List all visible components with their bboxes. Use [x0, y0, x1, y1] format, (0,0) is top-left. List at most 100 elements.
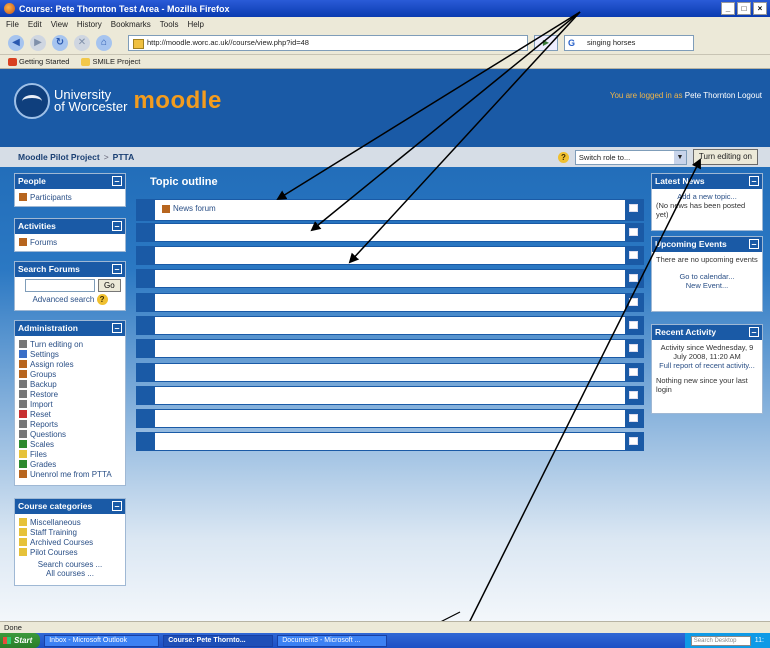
- new-event-link[interactable]: New Event...: [656, 281, 758, 290]
- start-button[interactable]: Start: [0, 633, 41, 648]
- forward-icon[interactable]: ▶: [30, 34, 46, 51]
- forum-search-go-button[interactable]: Go: [98, 279, 121, 292]
- section-toggle-icon[interactable]: [629, 298, 638, 306]
- forum-search-input[interactable]: [25, 279, 95, 292]
- admin-reset[interactable]: Reset: [19, 409, 121, 419]
- reload-icon[interactable]: ↻: [52, 34, 68, 51]
- category-pilot-courses[interactable]: Pilot Courses: [19, 547, 121, 557]
- admin-grades[interactable]: Grades: [19, 459, 121, 469]
- go-arrow-icon[interactable]: ▶: [534, 34, 558, 51]
- section-toggle-icon[interactable]: [629, 204, 638, 212]
- menu-tools[interactable]: Tools: [160, 20, 179, 29]
- forums-link[interactable]: Forums: [19, 237, 121, 247]
- category-miscellaneous[interactable]: Miscellaneous: [19, 517, 121, 527]
- desktop-search-input[interactable]: Search Desktop: [690, 635, 751, 646]
- switch-role-select[interactable]: Switch role to... ▼: [574, 149, 687, 165]
- admin-import[interactable]: Import: [19, 399, 121, 409]
- add-new-topic-link[interactable]: Add a new topic...: [656, 192, 758, 201]
- category-archived-courses[interactable]: Archived Courses: [19, 537, 121, 547]
- menu-history[interactable]: History: [77, 20, 102, 29]
- collapse-icon[interactable]: –: [749, 239, 759, 249]
- section-toggle-icon[interactable]: [629, 368, 638, 376]
- breadcrumb-current: PTTA: [112, 152, 135, 162]
- collapse-icon[interactable]: –: [749, 176, 759, 186]
- news-forum-link[interactable]: News forum: [162, 204, 216, 213]
- all-courses-link[interactable]: All courses ...: [46, 569, 94, 578]
- web-search-field[interactable]: singing horses: [564, 34, 694, 51]
- topic-section-1: [136, 223, 644, 242]
- section-toggle-icon[interactable]: [629, 251, 638, 259]
- bookmark-smile-project[interactable]: SMILE Project: [81, 57, 140, 66]
- folder-icon: [19, 450, 27, 458]
- section-toggle-icon[interactable]: [629, 321, 638, 329]
- admin-settings[interactable]: Settings: [19, 349, 121, 359]
- collapse-icon[interactable]: –: [112, 323, 122, 333]
- nothing-new-text: Nothing new since your last login: [656, 376, 748, 394]
- admin-unenrol[interactable]: Unenrol me from PTTA: [19, 469, 121, 479]
- admin-scales[interactable]: Scales: [19, 439, 121, 449]
- back-icon[interactable]: ◀: [8, 34, 24, 51]
- search-courses-link[interactable]: Search courses ...: [38, 560, 102, 569]
- user-name-link[interactable]: Pete Thornton: [685, 91, 736, 100]
- no-news-text: (No news has been posted yet): [656, 201, 746, 219]
- collapse-icon[interactable]: –: [749, 327, 759, 337]
- admin-turn-editing-on[interactable]: Turn editing on: [19, 339, 121, 349]
- turn-editing-on-button[interactable]: Turn editing on: [692, 149, 758, 165]
- topic-section-8: [136, 386, 644, 405]
- taskbar-firefox[interactable]: Course: Pete Thornto...: [163, 634, 274, 647]
- administration-block: Administration – Turn editing on Settings…: [14, 320, 126, 486]
- section-toggle-icon[interactable]: [629, 414, 638, 422]
- roles-icon: [19, 360, 27, 368]
- section-toggle-icon[interactable]: [629, 344, 638, 352]
- breadcrumb-root-link[interactable]: Moodle Pilot Project: [18, 152, 100, 162]
- collapse-icon[interactable]: –: [112, 501, 122, 511]
- admin-reports[interactable]: Reports: [19, 419, 121, 429]
- category-staff-training[interactable]: Staff Training: [19, 527, 121, 537]
- go-to-calendar-link[interactable]: Go to calendar...: [656, 272, 758, 281]
- bookmark-getting-started[interactable]: Getting Started: [8, 57, 69, 66]
- taskbar-outlook[interactable]: Inbox - Microsoft Outlook: [44, 634, 160, 647]
- administration-title: Administration: [18, 323, 78, 333]
- minimize-button[interactable]: _: [721, 2, 735, 15]
- collapse-icon[interactable]: –: [112, 176, 122, 186]
- menu-bookmarks[interactable]: Bookmarks: [111, 20, 151, 29]
- system-tray: Search Desktop 11:: [684, 633, 770, 648]
- participants-link[interactable]: Participants: [19, 192, 121, 202]
- menu-edit[interactable]: Edit: [28, 20, 42, 29]
- section-toggle-icon[interactable]: [629, 228, 638, 236]
- section-toggle-icon[interactable]: [629, 391, 638, 399]
- admin-backup[interactable]: Backup: [19, 379, 121, 389]
- help-icon[interactable]: ?: [557, 151, 569, 163]
- topic-section-7: [136, 363, 644, 382]
- menu-file[interactable]: File: [6, 20, 19, 29]
- logo-line-2: of Worcester: [54, 99, 128, 114]
- close-button[interactable]: ×: [753, 2, 767, 15]
- advanced-search-link[interactable]: Advanced search: [32, 295, 94, 304]
- admin-groups[interactable]: Groups: [19, 369, 121, 379]
- home-icon[interactable]: ⌂: [96, 34, 112, 51]
- section-toggle-icon[interactable]: [629, 274, 638, 282]
- admin-questions[interactable]: Questions: [19, 429, 121, 439]
- logout-link[interactable]: Logout: [738, 91, 762, 100]
- unenrol-icon: [19, 470, 27, 478]
- help-icon[interactable]: ?: [96, 294, 108, 305]
- admin-assign-roles[interactable]: Assign roles: [19, 359, 121, 369]
- taskbar-word[interactable]: Document3 - Microsoft ...: [277, 634, 388, 647]
- maximize-button[interactable]: □: [737, 2, 751, 15]
- activity-since-text: Activity since Wednesday, 9 July 2008, 1…: [660, 343, 754, 361]
- url-field[interactable]: http://moodle.worc.ac.uk//course/view.ph…: [128, 34, 528, 51]
- folder-icon: [81, 58, 91, 66]
- backup-icon: [19, 380, 27, 388]
- full-report-link[interactable]: Full report of recent activity...: [656, 361, 758, 370]
- collapse-icon[interactable]: –: [112, 264, 122, 274]
- university-logo[interactable]: University of Worcester moodle: [14, 83, 222, 119]
- menu-help[interactable]: Help: [187, 20, 203, 29]
- menu-view[interactable]: View: [51, 20, 68, 29]
- section-toggle-icon[interactable]: [629, 437, 638, 445]
- search-forums-block: Search Forums – Go Advanced search ?: [14, 261, 126, 311]
- admin-restore[interactable]: Restore: [19, 389, 121, 399]
- topic-section-0: News forum: [136, 199, 644, 221]
- collapse-icon[interactable]: –: [112, 221, 122, 231]
- admin-files[interactable]: Files: [19, 449, 121, 459]
- stop-icon[interactable]: ✕: [74, 34, 90, 51]
